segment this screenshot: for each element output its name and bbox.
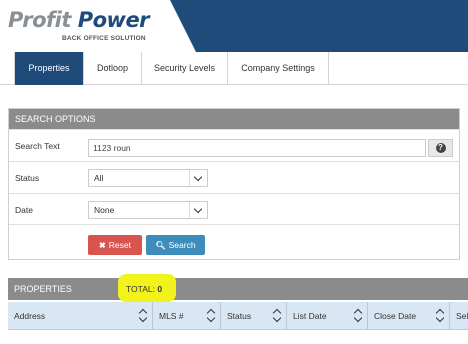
- search-options-panel: SEARCH OPTIONS Search Text ? Status All …: [8, 108, 460, 260]
- app-header: Profit Power BACK OFFICE SOLUTION: [0, 0, 468, 52]
- search-options-header: SEARCH OPTIONS: [9, 109, 459, 129]
- column-header-address[interactable]: Address: [8, 302, 153, 330]
- column-header-label: List Date: [293, 311, 327, 321]
- main-nav: Properties Dotloop Security Levels Compa…: [0, 52, 468, 85]
- column-header-status[interactable]: Status: [221, 302, 287, 330]
- chevron-down-icon: [189, 170, 207, 186]
- properties-table-header: Address MLS # Status List Date Close Dat…: [8, 302, 468, 330]
- properties-title: PROPERTIES: [14, 284, 72, 294]
- search-text-input[interactable]: [88, 139, 426, 157]
- search-button[interactable]: 🔍︎ Search: [146, 235, 205, 255]
- tab-security-levels[interactable]: Security Levels: [142, 52, 228, 85]
- search-text-label: Search Text: [15, 141, 60, 151]
- status-label: Status: [15, 173, 40, 183]
- sort-icon: [207, 310, 216, 322]
- date-select[interactable]: None: [88, 201, 208, 219]
- total-label: TOTAL:: [126, 284, 155, 294]
- logo-title: Profit Power: [8, 8, 150, 32]
- logo-word-power: Power: [77, 8, 150, 32]
- status-select[interactable]: All: [88, 169, 208, 187]
- column-header-close-date[interactable]: Close Date: [368, 302, 450, 330]
- logo[interactable]: Profit Power BACK OFFICE SOLUTION: [0, 0, 196, 52]
- date-row: Date None: [9, 193, 459, 224]
- logo-word-profit: Profit: [8, 8, 71, 32]
- tab-dotloop[interactable]: Dotloop: [84, 52, 142, 85]
- search-actions-row: ✖ Reset 🔍︎ Search: [9, 224, 459, 259]
- tab-properties[interactable]: Properties: [14, 52, 84, 85]
- question-circle-icon: ?: [435, 143, 446, 153]
- status-row: Status All: [9, 161, 459, 193]
- properties-header: PROPERTIES: [8, 278, 468, 300]
- sort-icon: [436, 310, 445, 322]
- column-header-mls[interactable]: MLS #: [153, 302, 221, 330]
- search-button-label: Search: [168, 240, 196, 250]
- sort-icon: [139, 310, 148, 322]
- sort-icon: [273, 310, 282, 322]
- tab-company-settings[interactable]: Company Settings: [228, 52, 329, 85]
- column-header-sell[interactable]: Sell: [450, 302, 468, 330]
- date-label: Date: [15, 205, 33, 215]
- logo-subtitle: BACK OFFICE SOLUTION: [62, 35, 146, 42]
- column-header-label: Status: [227, 311, 252, 321]
- date-select-value: None: [94, 205, 115, 215]
- close-icon: ✖: [99, 241, 106, 250]
- sort-icon: [354, 310, 363, 322]
- status-select-value: All: [94, 173, 104, 183]
- reset-button[interactable]: ✖ Reset: [88, 235, 142, 255]
- column-header-label: Close Date: [374, 311, 417, 321]
- column-header-label: MLS #: [159, 311, 184, 321]
- magnifier-icon: 🔍︎: [155, 241, 166, 250]
- column-header-label: Address: [14, 311, 46, 321]
- search-text-row: Search Text ?: [9, 129, 459, 161]
- total-count: TOTAL: 0: [126, 284, 162, 294]
- reset-button-label: Reset: [108, 240, 131, 250]
- column-header-label: Sell: [456, 311, 468, 321]
- total-value: 0: [157, 284, 163, 294]
- chevron-down-icon: [189, 202, 207, 218]
- search-help-button[interactable]: ?: [428, 139, 453, 157]
- column-header-list-date[interactable]: List Date: [287, 302, 368, 330]
